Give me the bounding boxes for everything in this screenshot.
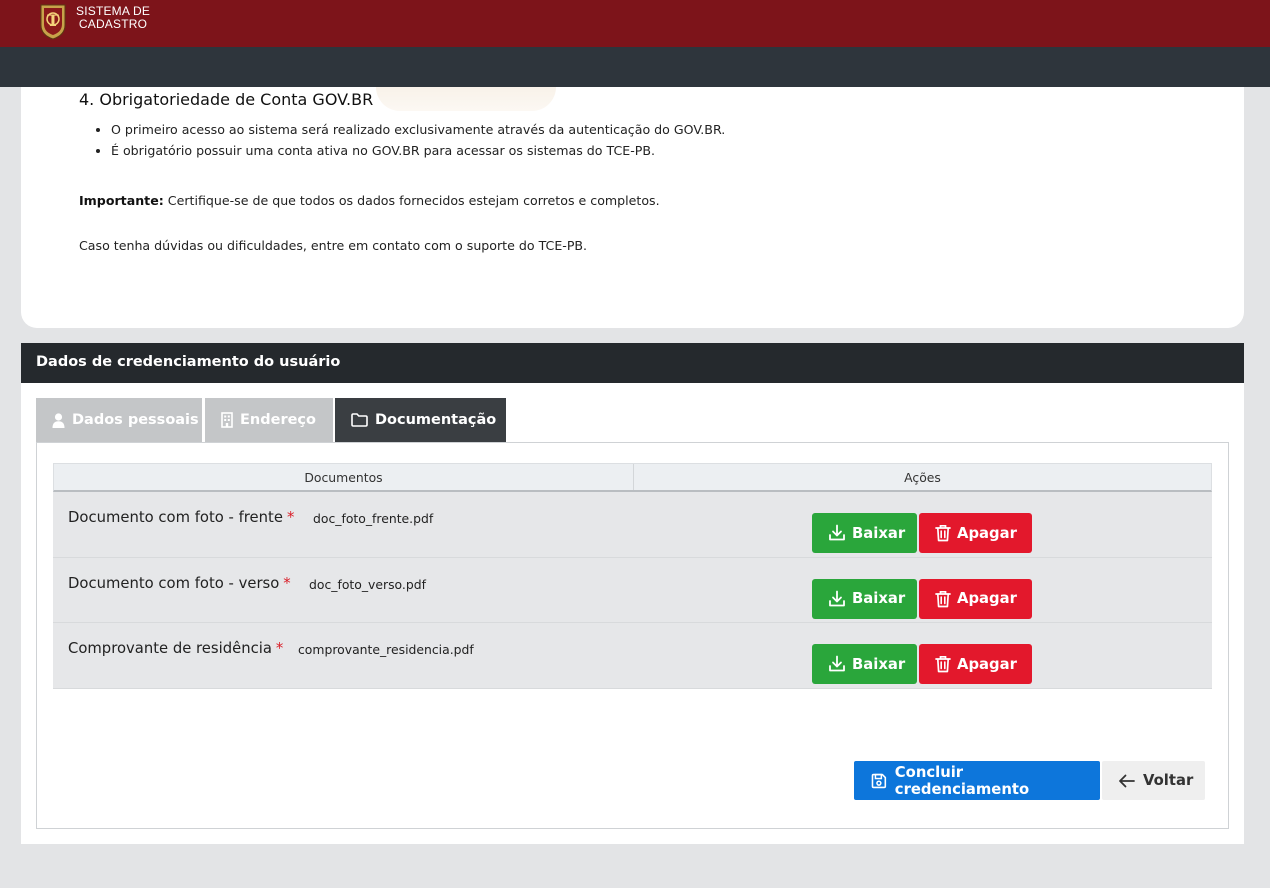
submit-label: Concluir credenciamento	[894, 763, 1030, 798]
arrow-left-icon	[1119, 774, 1135, 787]
document-name: Comprovante de residência *	[68, 640, 283, 657]
instruction-item: É obrigatório possuir uma conta ativa no…	[111, 140, 725, 161]
trash-icon	[935, 655, 951, 673]
required-marker: *	[286, 509, 295, 526]
important-note: Importante: Certifique-se de que todos o…	[79, 193, 660, 208]
column-header-acoes: Ações	[904, 470, 941, 485]
table-row: Comprovante de residência * comprovante_r…	[53, 623, 1212, 689]
tab-label: Documentação	[375, 412, 497, 428]
table-row: Documento com foto - frente * doc_foto_fr…	[53, 492, 1212, 558]
tab-label: Dados pessoais	[72, 412, 199, 428]
instructions-card: 4. Obrigatoriedade de Conta GOV.BR O pri…	[21, 87, 1244, 328]
download-icon	[829, 524, 845, 541]
save-icon	[871, 773, 887, 788]
document-name-text: Documento com foto - frente	[68, 509, 283, 526]
card-title: Dados de credenciamento do usuário	[21, 343, 1244, 383]
app-brand: SISTEMA DE CADASTRO	[76, 5, 150, 31]
tab-dados-pessoais[interactable]: Dados pessoais	[36, 398, 202, 442]
delete-button[interactable]: Apagar	[919, 644, 1032, 684]
documents-table: Documentos Ações Documento com foto - fr…	[53, 463, 1212, 689]
watermark-decoration	[376, 87, 556, 111]
required-marker: *	[283, 574, 291, 592]
download-button[interactable]: Baixar	[812, 513, 917, 553]
download-icon	[829, 590, 845, 606]
back-label: Voltar	[1143, 772, 1194, 789]
important-label: Importante:	[79, 193, 164, 208]
file-name[interactable]: comprovante_residencia.pdf	[298, 642, 474, 657]
table-header: Documentos Ações	[53, 463, 1212, 492]
download-label: Baixar	[852, 655, 906, 673]
delete-label: Apagar	[957, 655, 1017, 673]
document-name-text: Documento com foto - verso	[68, 574, 280, 592]
delete-label: Apagar	[957, 524, 1017, 542]
top-navbar: T SISTEMA DE CADASTRO	[0, 0, 1270, 47]
important-text: Certifique-se de que todos os dados forn…	[163, 193, 660, 208]
instruction-item: O primeiro acesso ao sistema será realiz…	[111, 119, 725, 140]
building-icon	[221, 412, 233, 428]
table-row: Documento com foto - verso * doc_foto_ver…	[53, 557, 1212, 623]
trash-icon	[935, 590, 951, 607]
delete-label: Apagar	[957, 590, 1017, 607]
delete-button[interactable]: Apagar	[919, 578, 1032, 619]
tab-endereco[interactable]: Endereço	[205, 398, 333, 442]
submit-credentialing-button[interactable]: Concluir credenciamento	[854, 761, 1100, 800]
brand-line-2: CADASTRO	[78, 17, 148, 31]
credentialing-card: Dados de credenciamento do usuário Dados…	[21, 343, 1244, 844]
file-name[interactable]: doc_foto_frente.pdf	[313, 511, 433, 526]
back-button[interactable]: Voltar	[1102, 761, 1205, 800]
download-icon	[829, 655, 845, 672]
trash-icon	[935, 524, 951, 542]
delete-button[interactable]: Apagar	[919, 513, 1032, 553]
support-note: Caso tenha dúvidas ou dificuldades, entr…	[79, 238, 588, 253]
instructions-list: O primeiro acesso ao sistema será realiz…	[111, 119, 725, 161]
documentation-pane: Documentos Ações Documento com foto - fr…	[36, 442, 1229, 829]
user-icon	[52, 412, 65, 428]
required-marker: *	[275, 640, 284, 657]
tab-label: Endereço	[240, 412, 316, 428]
folder-icon	[351, 413, 368, 427]
tab-documentacao[interactable]: Documentação	[335, 398, 506, 442]
document-name-text: Comprovante de residência	[68, 640, 272, 657]
document-name: Documento com foto - verso *	[68, 575, 291, 592]
section-heading: 4. Obrigatoriedade de Conta GOV.BR	[79, 90, 374, 109]
download-button[interactable]: Baixar	[812, 644, 917, 684]
secondary-navbar	[0, 47, 1270, 87]
file-name[interactable]: doc_foto_verso.pdf	[309, 577, 426, 592]
tce-logo-icon[interactable]: T	[38, 3, 68, 40]
download-label: Baixar	[852, 524, 906, 542]
download-label: Baixar	[852, 590, 906, 607]
download-button[interactable]: Baixar	[812, 578, 917, 619]
column-header-documentos: Documentos	[54, 464, 634, 490]
document-name: Documento com foto - frente *	[68, 509, 294, 526]
